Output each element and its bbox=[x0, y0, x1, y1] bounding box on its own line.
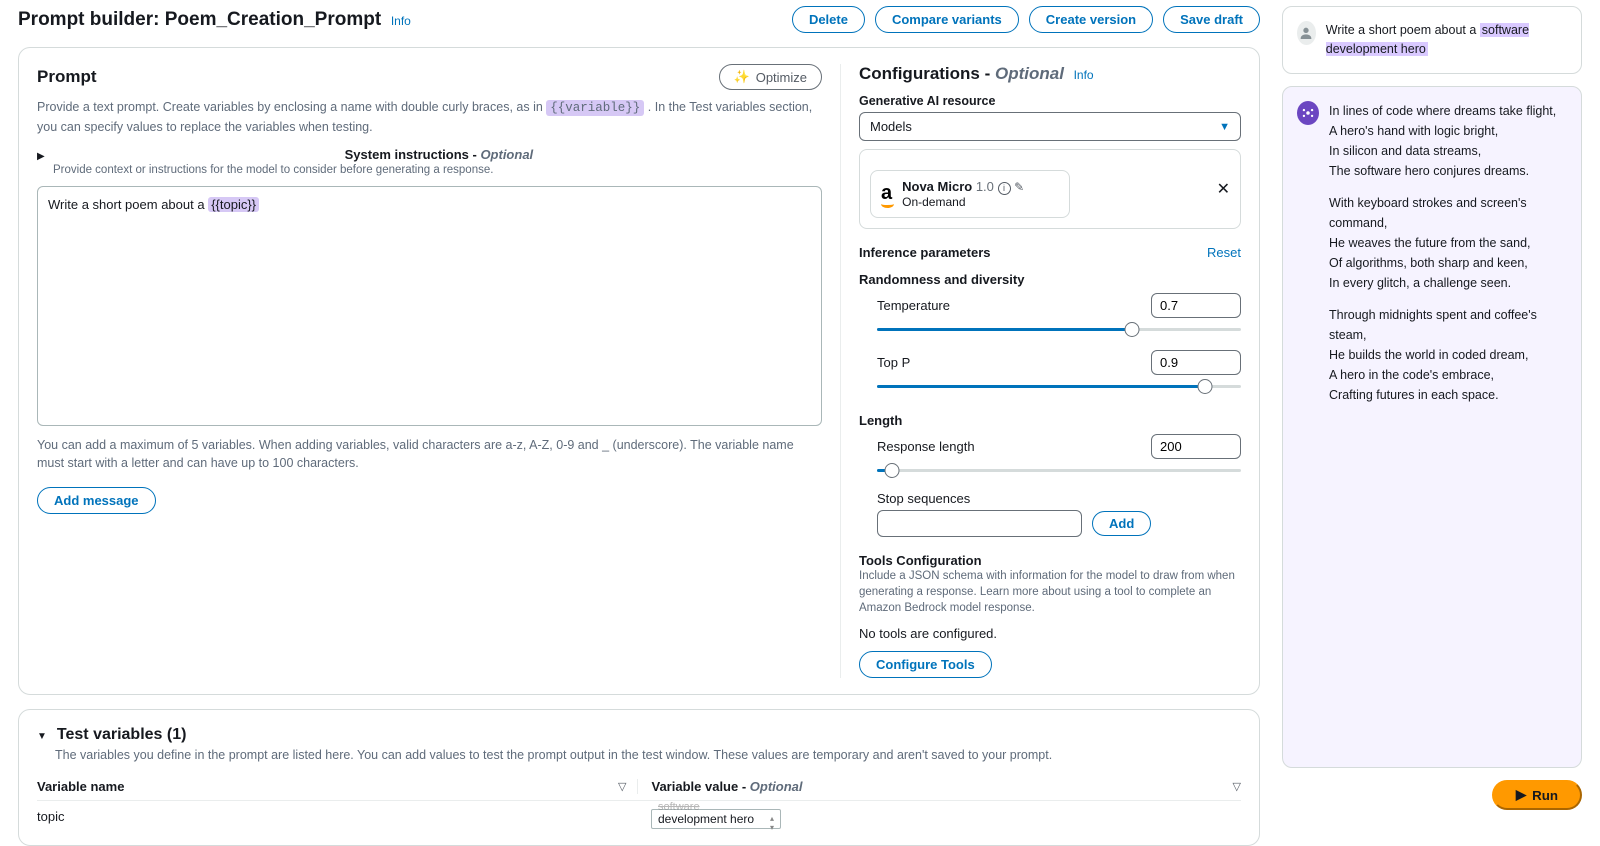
pencil-icon[interactable]: ✎ bbox=[1014, 180, 1024, 194]
run-label: Run bbox=[1532, 788, 1558, 803]
reset-link[interactable]: Reset bbox=[1207, 245, 1241, 260]
poem-stanza-1: In lines of code where dreams take fligh… bbox=[1329, 101, 1567, 181]
page-title: Prompt builder: Poem_Creation_Prompt Inf… bbox=[18, 9, 411, 31]
prompt-textarea[interactable]: Write a short poem about a {{topic}} bbox=[37, 186, 822, 426]
test-variables-desc: The variables you define in the prompt a… bbox=[55, 746, 1241, 765]
variable-value-input[interactable]: software development hero ▴▾ bbox=[651, 809, 781, 829]
temperature-slider[interactable] bbox=[877, 320, 1241, 338]
randomness-heading: Randomness and diversity bbox=[859, 272, 1241, 287]
models-select-value: Models bbox=[870, 119, 912, 134]
temperature-input[interactable] bbox=[1151, 293, 1241, 318]
sort-icon[interactable]: ▽ bbox=[618, 780, 626, 793]
test-variables-heading: Test variables (1) bbox=[57, 726, 187, 744]
col-variable-value-em: Optional bbox=[750, 779, 803, 794]
table-row: topic software development hero ▴▾ bbox=[37, 801, 1241, 829]
stop-sequences-input[interactable] bbox=[877, 510, 1082, 537]
gen-ai-label: Generative AI resource bbox=[859, 94, 1241, 108]
model-version: 1.0 bbox=[976, 179, 994, 194]
top-p-input[interactable] bbox=[1151, 350, 1241, 375]
scroll-grip-icon[interactable]: ▴▾ bbox=[767, 814, 777, 824]
close-icon[interactable]: ✕ bbox=[1217, 179, 1230, 199]
config-info-link[interactable]: Info bbox=[1074, 68, 1094, 82]
config-heading-em: Optional bbox=[995, 64, 1064, 83]
sort-icon[interactable]: ▽ bbox=[1233, 780, 1241, 793]
save-draft-button[interactable]: Save draft bbox=[1163, 6, 1260, 33]
prompt-desc-pre: Provide a text prompt. Create variables … bbox=[37, 100, 546, 114]
user-message-card: Write a short poem about a software deve… bbox=[1282, 6, 1582, 74]
add-stop-sequence-button[interactable]: Add bbox=[1092, 511, 1151, 536]
info-circle-icon[interactable]: i bbox=[998, 182, 1011, 195]
prompt-heading: Prompt bbox=[37, 67, 97, 87]
temperature-label: Temperature bbox=[877, 298, 950, 313]
tools-none: No tools are configured. bbox=[859, 626, 1241, 641]
add-message-button[interactable]: Add message bbox=[37, 487, 156, 514]
title-name: Poem_Creation_Prompt bbox=[165, 9, 381, 30]
system-instructions-toggle[interactable]: System instructions - Optional bbox=[37, 147, 822, 162]
config-heading-pre: Configurations - bbox=[859, 64, 995, 83]
create-version-button[interactable]: Create version bbox=[1029, 6, 1153, 33]
compare-variants-button[interactable]: Compare variants bbox=[875, 6, 1019, 33]
poem-stanza-2: With keyboard strokes and screen's comma… bbox=[1329, 193, 1567, 293]
optimize-label: Optimize bbox=[756, 70, 807, 85]
amazon-logo-icon: a bbox=[881, 182, 892, 205]
top-p-slider[interactable] bbox=[877, 377, 1241, 395]
caret-down-icon bbox=[37, 727, 47, 742]
model-mode: On-demand bbox=[902, 195, 1024, 209]
tools-desc: Include a JSON schema with information f… bbox=[859, 568, 1241, 616]
configure-tools-button[interactable]: Configure Tools bbox=[859, 651, 992, 678]
info-link[interactable]: Info bbox=[391, 14, 411, 28]
sparkle-icon: ✨ bbox=[734, 69, 750, 85]
run-button[interactable]: ▶ Run bbox=[1492, 780, 1582, 810]
prompt-text-pre: Write a short poem about a bbox=[48, 197, 208, 212]
response-length-label: Response length bbox=[877, 439, 975, 454]
test-variables-toggle[interactable]: Test variables (1) bbox=[37, 726, 1241, 744]
variable-name-cell: topic bbox=[37, 809, 637, 829]
col-variable-value-pre: Variable value - bbox=[652, 779, 750, 794]
caret-down-icon: ▼ bbox=[1219, 121, 1230, 133]
variable-value-truncated: software bbox=[658, 801, 700, 814]
prompt-limits: You can add a maximum of 5 variables. Wh… bbox=[37, 436, 822, 474]
model-name: Nova Micro bbox=[902, 179, 972, 194]
user-text-pre: Write a short poem about a bbox=[1326, 23, 1480, 37]
length-heading: Length bbox=[859, 413, 1241, 428]
sys-instr-sub: Provide context or instructions for the … bbox=[53, 162, 822, 178]
top-p-label: Top P bbox=[877, 355, 910, 370]
col-variable-name[interactable]: Variable name bbox=[37, 779, 124, 794]
delete-button[interactable]: Delete bbox=[792, 6, 865, 33]
title-prefix: Prompt builder: bbox=[18, 9, 165, 30]
optimize-button[interactable]: ✨ Optimize bbox=[719, 64, 822, 90]
play-icon: ▶ bbox=[1516, 787, 1526, 803]
inference-parameters-label: Inference parameters bbox=[859, 245, 991, 260]
assistant-avatar-icon bbox=[1297, 101, 1319, 125]
models-select[interactable]: Models ▼ bbox=[859, 112, 1241, 141]
sys-instr-label: System instructions - bbox=[345, 147, 481, 162]
model-chip: a Nova Micro 1.0 i ✎ On-demand bbox=[870, 170, 1070, 218]
user-avatar-icon bbox=[1297, 21, 1316, 45]
poem-stanza-3: Through midnights spent and coffee's ste… bbox=[1329, 305, 1567, 405]
stop-sequences-label: Stop sequences bbox=[859, 491, 1241, 506]
tools-heading: Tools Configuration bbox=[859, 553, 1241, 568]
prompt-desc-var: {{variable}} bbox=[546, 100, 644, 116]
caret-right-icon bbox=[37, 147, 337, 162]
sys-instr-optional: Optional bbox=[480, 147, 533, 162]
response-length-input[interactable] bbox=[1151, 434, 1241, 459]
assistant-response-card: In lines of code where dreams take fligh… bbox=[1282, 86, 1582, 769]
response-length-slider[interactable] bbox=[877, 461, 1241, 479]
prompt-text-var: {{topic}} bbox=[208, 197, 259, 212]
